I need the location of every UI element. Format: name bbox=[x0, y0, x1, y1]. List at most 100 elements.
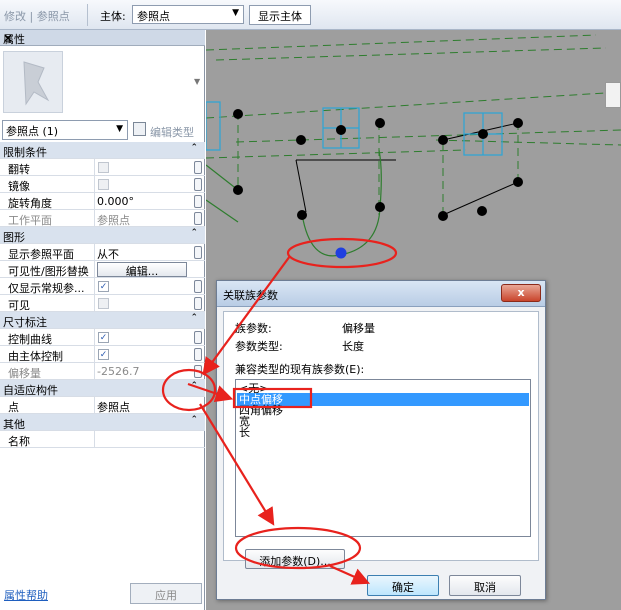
property-checkbox[interactable]: ✓ bbox=[98, 281, 109, 292]
existing-params-list[interactable]: <无> 中点偏移 四角偏移宽长 bbox=[235, 379, 531, 537]
chevron-down-icon[interactable]: ▼ bbox=[194, 77, 200, 86]
reference-planes bbox=[206, 34, 621, 215]
property-group-header[interactable]: 尺寸标注 ⌃ bbox=[0, 312, 205, 329]
column-divider bbox=[94, 176, 95, 193]
host-dropdown-value: 参照点 bbox=[137, 10, 170, 23]
property-group-header[interactable]: 图形 ⌃ bbox=[0, 227, 205, 244]
property-row: 翻转 bbox=[0, 159, 205, 176]
property-group-label: 图形 bbox=[3, 231, 25, 244]
property-name: 可见性/图形替换 bbox=[8, 265, 89, 278]
param-list-item[interactable]: 长 bbox=[237, 426, 529, 439]
property-checkbox[interactable] bbox=[98, 298, 109, 309]
apply-button[interactable]: 应用 bbox=[130, 583, 202, 604]
ribbon-toolbar: 修改 | 参照点 主体: 参照点 ▼ 显示主体 bbox=[0, 0, 621, 30]
property-row: 偏移量 -2526.7 bbox=[0, 363, 205, 380]
host-label: 主体: bbox=[100, 10, 126, 23]
property-checkbox[interactable]: ✓ bbox=[98, 349, 109, 360]
close-icon[interactable]: × bbox=[3, 31, 200, 45]
property-row: 可见 bbox=[0, 295, 205, 312]
compatible-params-label: 兼容类型的现有族参数(E): bbox=[235, 363, 365, 376]
property-group-label: 尺寸标注 bbox=[3, 316, 47, 329]
associate-parameter-button[interactable] bbox=[194, 297, 202, 310]
property-group-header[interactable]: 自适应构件 ⌃ bbox=[0, 380, 205, 397]
associate-parameter-button[interactable] bbox=[194, 365, 202, 378]
property-name: 镜像 bbox=[8, 180, 30, 193]
associate-parameter-button[interactable] bbox=[194, 246, 202, 259]
show-host-button[interactable]: 显示主体 bbox=[249, 5, 311, 25]
reference-line bbox=[206, 164, 239, 191]
selected-reference-point[interactable] bbox=[335, 247, 347, 259]
associate-parameter-button[interactable] bbox=[194, 212, 202, 225]
collapse-icon[interactable]: ⌃ bbox=[190, 381, 198, 391]
associate-parameter-button[interactable] bbox=[194, 331, 202, 344]
associate-parameter-button[interactable] bbox=[194, 178, 202, 191]
properties-panel: 属性 × ▼ 参照点 (1) ▼ 编辑类型 限制条件 ⌃ 翻转 镜像 旋转角度 0.000… bbox=[0, 30, 205, 610]
column-divider bbox=[94, 159, 95, 176]
property-name: 旋转角度 bbox=[8, 197, 52, 210]
property-row: 由主体控制 ✓ bbox=[0, 346, 205, 363]
column-divider bbox=[94, 431, 95, 448]
property-name: 由主体控制 bbox=[8, 350, 63, 363]
associate-parameter-button[interactable] bbox=[194, 348, 202, 361]
reference-line bbox=[206, 199, 239, 223]
collapse-icon[interactable]: ⌃ bbox=[190, 228, 198, 238]
edit-visibility-button[interactable]: 编辑... bbox=[97, 262, 187, 278]
property-name: 工作平面 bbox=[8, 214, 52, 227]
property-value[interactable]: 参照点 bbox=[97, 212, 130, 228]
property-name: 可见 bbox=[8, 299, 30, 312]
edit-type-icon[interactable] bbox=[133, 122, 146, 136]
property-name: 控制曲线 bbox=[8, 333, 52, 346]
type-selector-value: 参照点 (1) bbox=[6, 125, 59, 138]
property-name: 偏移量 bbox=[8, 367, 41, 380]
edit-type-button[interactable]: 编辑类型 bbox=[150, 124, 194, 140]
property-value[interactable]: 从不 bbox=[97, 246, 119, 262]
ok-button[interactable]: 确定 bbox=[367, 575, 439, 596]
add-parameter-button[interactable]: 添加参数(D)... bbox=[245, 549, 345, 569]
toolbar-separator bbox=[87, 4, 88, 26]
property-row: 仅显示常规参... ✓ bbox=[0, 278, 205, 295]
associate-parameter-button[interactable] bbox=[194, 161, 202, 174]
property-row: 可见性/图形替换 编辑... bbox=[0, 261, 205, 278]
dialog-content: 族参数: 偏移量 参数类型: 长度 兼容类型的现有族参数(E): <无> 中点偏移… bbox=[223, 311, 539, 561]
param-type-label: 参数类型: bbox=[235, 340, 283, 353]
modify-context-label: 修改 | 参照点 bbox=[4, 10, 70, 23]
column-divider bbox=[94, 278, 95, 295]
column-divider bbox=[94, 295, 95, 312]
family-param-label: 族参数: bbox=[235, 322, 272, 335]
column-divider bbox=[94, 346, 95, 363]
reference-points bbox=[233, 109, 523, 221]
column-divider bbox=[94, 193, 95, 210]
family-param-value: 偏移量 bbox=[342, 322, 375, 335]
property-checkbox[interactable] bbox=[98, 162, 109, 173]
collapse-icon[interactable]: ⌃ bbox=[190, 313, 198, 323]
view-cube-icon[interactable] bbox=[605, 82, 621, 108]
associate-parameter-button[interactable] bbox=[194, 195, 202, 208]
column-divider bbox=[94, 244, 95, 261]
associate-parameter-button[interactable] bbox=[194, 280, 202, 293]
associate-family-parameter-dialog: 关联族参数 x 族参数: 偏移量 参数类型: 长度 兼容类型的现有族参数(E):… bbox=[216, 280, 546, 600]
cancel-button[interactable]: 取消 bbox=[449, 575, 521, 596]
collapse-icon[interactable]: ⌃ bbox=[190, 143, 198, 153]
property-group-header[interactable]: 限制条件 ⌃ bbox=[0, 142, 205, 159]
property-group-label: 限制条件 bbox=[3, 146, 47, 159]
property-checkbox[interactable]: ✓ bbox=[98, 332, 109, 343]
collapse-icon[interactable]: ⌃ bbox=[190, 415, 198, 425]
property-name: 显示参照平面 bbox=[8, 248, 74, 261]
host-dropdown[interactable]: 参照点 ▼ bbox=[132, 5, 244, 24]
property-value[interactable]: 0.000° bbox=[97, 195, 134, 208]
dialog-close-button[interactable]: x bbox=[501, 284, 541, 302]
properties-help-link[interactable]: 属性帮助 bbox=[4, 587, 48, 603]
chevron-down-icon: ▼ bbox=[232, 8, 239, 18]
type-selector[interactable]: 参照点 (1) ▼ bbox=[2, 120, 128, 140]
property-checkbox[interactable] bbox=[98, 179, 109, 190]
property-name: 名称 bbox=[8, 435, 30, 448]
property-value[interactable]: 参照点 bbox=[97, 399, 130, 415]
column-divider bbox=[94, 363, 95, 380]
property-row: 名称 bbox=[0, 431, 205, 448]
property-row: 显示参照平面 从不 bbox=[0, 244, 205, 261]
column-divider bbox=[94, 329, 95, 346]
property-value[interactable]: -2526.7 bbox=[97, 365, 139, 378]
property-group-header[interactable]: 其他 ⌃ bbox=[0, 414, 205, 431]
property-group-label: 自适应构件 bbox=[3, 384, 58, 397]
dialog-title: 关联族参数 bbox=[223, 289, 278, 302]
